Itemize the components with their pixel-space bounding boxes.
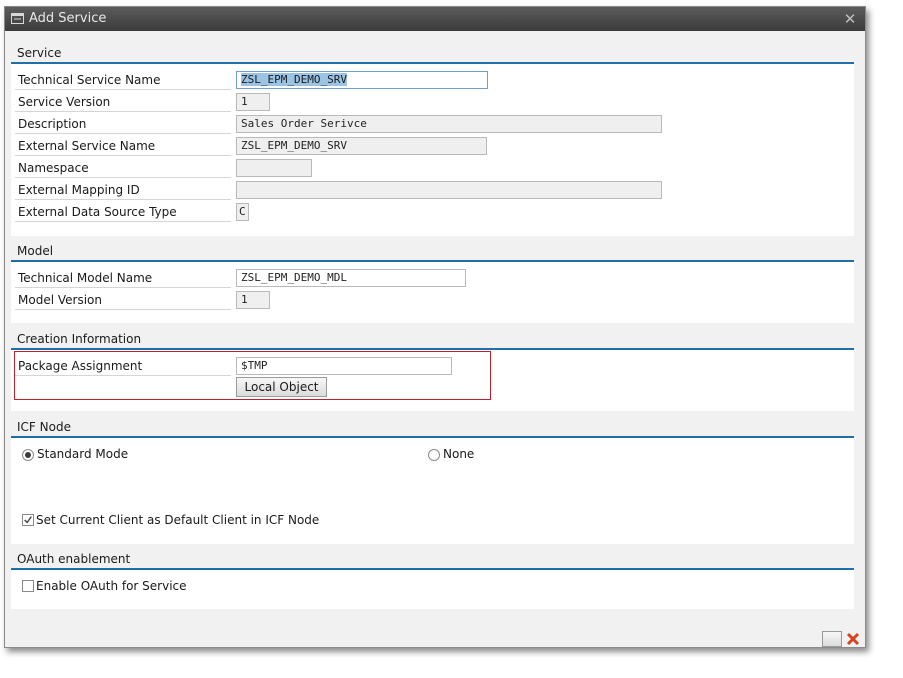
cancel-icon[interactable] (845, 631, 861, 647)
technical-service-name-label: Technical Service Name (15, 70, 231, 90)
icf-node-group: ICF Node Standard Mode None Set Current … (11, 418, 854, 544)
technical-service-name-field[interactable]: ZSL_EPM_DEMO_SRV (236, 71, 488, 89)
external-service-name-field[interactable]: ZSL_EPM_DEMO_SRV (236, 137, 487, 155)
window-title: Add Service (29, 11, 107, 26)
technical-service-name-row: Technical Service Name ZSL_EPM_DEMO_SRV (15, 70, 854, 90)
technical-service-name-value: ZSL_EPM_DEMO_SRV (241, 73, 347, 86)
none-radio[interactable] (428, 449, 440, 461)
service-version-label: Service Version (15, 92, 231, 112)
service-group-title: Service (11, 44, 854, 64)
model-group: Model Technical Model Name ZSL_EPM_DEMO_… (11, 242, 854, 323)
service-version-field[interactable]: 1 (236, 93, 270, 111)
creation-information-group-title: Creation Information (11, 330, 854, 350)
continue-icon[interactable] (822, 631, 842, 647)
model-version-label: Model Version (15, 290, 231, 310)
none-label: None (443, 447, 475, 461)
technical-model-name-field[interactable]: ZSL_EPM_DEMO_MDL (236, 269, 466, 287)
service-version-row: Service Version 1 (15, 92, 854, 112)
icf-node-group-title: ICF Node (11, 418, 854, 438)
standard-mode-radio[interactable] (22, 449, 34, 461)
technical-model-name-row: Technical Model Name ZSL_EPM_DEMO_MDL (15, 268, 854, 288)
default-client-checkbox[interactable] (22, 514, 34, 526)
close-icon[interactable]: ✕ (839, 8, 861, 30)
oauth-enablement-group: OAuth enablement Enable OAuth for Servic… (11, 550, 854, 609)
external-service-name-label: External Service Name (15, 136, 231, 156)
external-mapping-id-row: External Mapping ID (15, 180, 854, 200)
namespace-row: Namespace (15, 158, 854, 178)
default-client-label: Set Current Client as Default Client in … (36, 513, 320, 527)
external-mapping-id-field[interactable] (236, 181, 662, 199)
service-group: Service Technical Service Name ZSL_EPM_D… (11, 44, 854, 236)
dialog-content: Service Technical Service Name ZSL_EPM_D… (5, 31, 865, 647)
model-version-row: Model Version 1 (15, 290, 854, 310)
external-data-source-type-row: External Data Source Type C (15, 202, 854, 222)
model-version-field[interactable]: 1 (236, 291, 270, 309)
namespace-field[interactable] (236, 159, 312, 177)
external-data-source-type-field[interactable]: C (236, 203, 249, 221)
add-service-dialog: Add Service ✕ Service Technical Service … (4, 6, 866, 648)
title-bar[interactable]: Add Service ✕ (5, 7, 865, 31)
enable-oauth-label: Enable OAuth for Service (36, 579, 187, 593)
checkmark-icon (24, 516, 32, 524)
description-row: Description Sales Order Serivce (15, 114, 854, 134)
model-group-title: Model (11, 242, 854, 262)
description-label: Description (15, 114, 231, 134)
package-highlight-box (14, 351, 491, 400)
external-service-name-row: External Service Name ZSL_EPM_DEMO_SRV (15, 136, 854, 156)
description-field[interactable]: Sales Order Serivce (236, 115, 662, 133)
dialog-window-icon (11, 13, 24, 24)
creation-information-group: Creation Information Package Assignment … (11, 330, 854, 411)
technical-model-name-label: Technical Model Name (15, 268, 231, 288)
external-mapping-id-label: External Mapping ID (15, 180, 231, 200)
external-data-source-type-label: External Data Source Type (15, 202, 231, 222)
namespace-label: Namespace (15, 158, 231, 178)
enable-oauth-checkbox[interactable] (22, 580, 34, 592)
standard-mode-label: Standard Mode (37, 447, 129, 461)
oauth-enablement-group-title: OAuth enablement (11, 550, 854, 570)
